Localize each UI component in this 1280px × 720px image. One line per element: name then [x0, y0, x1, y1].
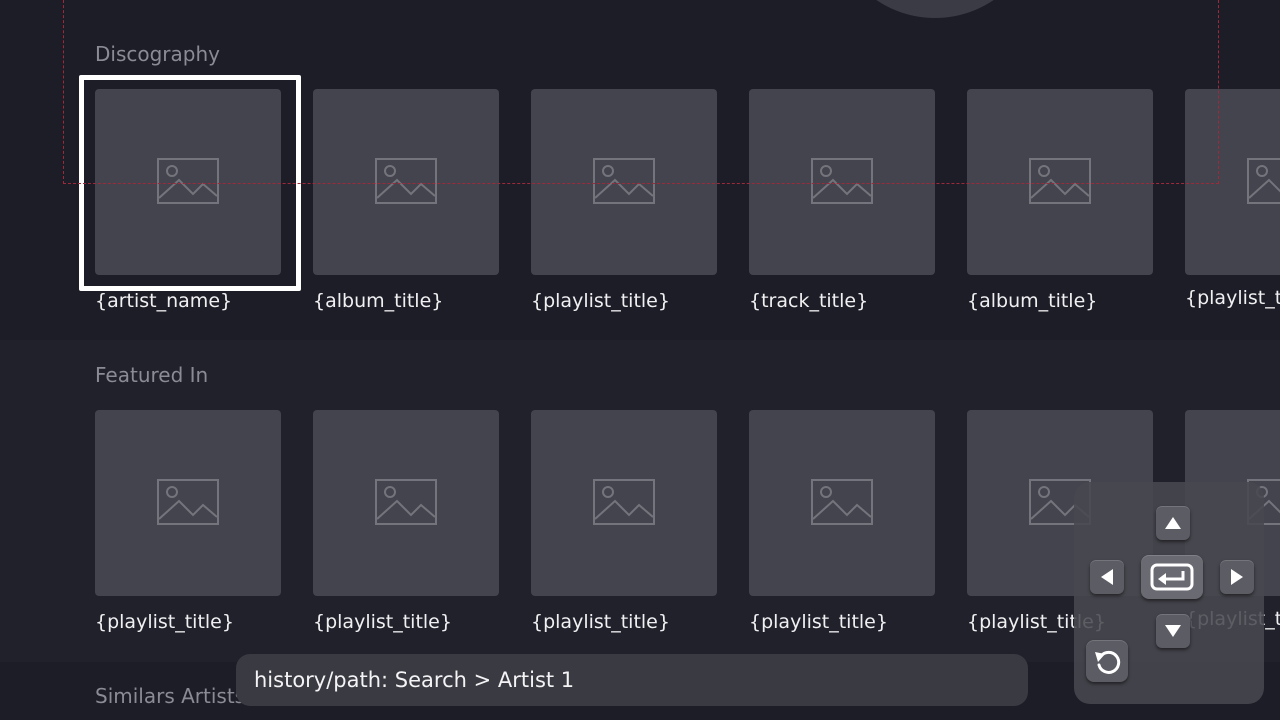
- down-button[interactable]: [1156, 614, 1190, 648]
- image-placeholder-icon: [593, 158, 655, 204]
- image-placeholder-icon: [1029, 158, 1091, 204]
- image-placeholder-icon: [375, 479, 437, 525]
- left-button[interactable]: [1090, 560, 1124, 594]
- discography-card[interactable]: [967, 89, 1153, 275]
- image-placeholder-icon: [1247, 158, 1280, 204]
- featured-card-label: {playlist_title}: [531, 611, 670, 633]
- up-arrow-icon: [1165, 517, 1181, 529]
- discography-card-label: {album_title}: [967, 290, 1098, 312]
- back-icon: [1095, 650, 1121, 674]
- featured-card-label: {playlist_title}: [749, 611, 888, 633]
- discography-card-label: {track_title}: [749, 290, 869, 312]
- right-arrow-icon: [1231, 569, 1243, 585]
- discography-card-label: {album_title}: [313, 290, 444, 312]
- image-placeholder-icon: [375, 158, 437, 204]
- back-button[interactable]: [1086, 640, 1128, 682]
- discography-card[interactable]: [749, 89, 935, 275]
- image-placeholder-icon: [157, 479, 219, 525]
- remote-control-overlay: [1074, 482, 1264, 704]
- discography-card[interactable]: [531, 89, 717, 275]
- similars-artists-title: Similars Artists: [95, 684, 246, 708]
- up-button[interactable]: [1156, 506, 1190, 540]
- down-arrow-icon: [1165, 625, 1181, 637]
- featured-card[interactable]: [313, 410, 499, 596]
- featured-in-title: Featured In: [95, 363, 209, 387]
- discography-card-label: {playlist_title}: [531, 290, 670, 312]
- featured-card[interactable]: [95, 410, 281, 596]
- discography-card[interactable]: [313, 89, 499, 275]
- image-placeholder-icon: [811, 479, 873, 525]
- discography-card[interactable]: [1185, 89, 1280, 275]
- featured-card-label: {playlist_title}: [95, 611, 234, 633]
- screen: Discography {artist_name} {album_title} …: [0, 0, 1280, 720]
- featured-card-label: {playlist_title}: [313, 611, 452, 633]
- image-placeholder-icon: [593, 479, 655, 525]
- artist-avatar: [830, 0, 1040, 18]
- featured-card[interactable]: [531, 410, 717, 596]
- discography-card-label: {artist_name}: [95, 290, 233, 312]
- focus-highlight: [79, 75, 301, 291]
- image-placeholder-icon: [811, 158, 873, 204]
- left-arrow-icon: [1101, 569, 1113, 585]
- discography-card-label: {playlist_t: [1185, 287, 1280, 309]
- enter-button[interactable]: [1141, 555, 1203, 599]
- history-path-bar: history/path: Search > Artist 1: [236, 654, 1028, 706]
- enter-icon: [1150, 563, 1194, 591]
- featured-card[interactable]: [749, 410, 935, 596]
- discography-title: Discography: [95, 42, 220, 66]
- right-button[interactable]: [1220, 560, 1254, 594]
